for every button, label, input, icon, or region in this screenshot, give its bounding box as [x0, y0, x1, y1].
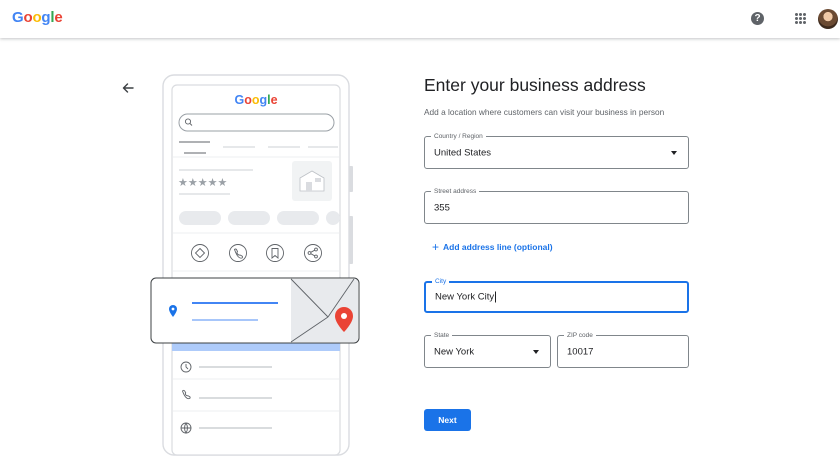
google-logo[interactable]: Google: [12, 9, 63, 26]
page-title: Enter your business address: [424, 75, 646, 95]
plus-icon: +: [432, 240, 440, 254]
logo-letter: o: [23, 9, 33, 26]
state-select[interactable]: State New York: [424, 331, 551, 368]
apps-grid-icon[interactable]: [795, 13, 806, 24]
street-address-value: 355: [434, 202, 450, 213]
text-cursor: [495, 291, 497, 303]
help-icon[interactable]: ?: [751, 12, 764, 25]
city-value: New York City: [435, 291, 495, 303]
country-region-select[interactable]: Country / Region United States: [424, 132, 689, 169]
city-input[interactable]: City New York City: [424, 277, 689, 313]
logo-letter: o: [32, 9, 42, 26]
city-value-wrap: New York City: [435, 291, 497, 303]
city-label: City: [432, 277, 450, 286]
add-address-line-button[interactable]: + Add address line (optional): [432, 240, 553, 254]
next-button[interactable]: Next: [424, 409, 471, 431]
phone-illustration: Google ★★★★★: [150, 74, 360, 456]
phone-google-logo: Google: [234, 93, 277, 107]
street-address-label: Street address: [431, 187, 480, 196]
zip-code-input[interactable]: ZIP code 10017: [557, 331, 689, 368]
top-bar: Google ?: [0, 0, 840, 38]
country-region-label: Country / Region: [431, 132, 486, 141]
back-arrow-icon[interactable]: [120, 80, 136, 96]
logo-letter: g: [41, 9, 51, 26]
account-avatar[interactable]: [818, 9, 838, 29]
street-address-input[interactable]: Street address 355: [424, 187, 689, 224]
page-subtitle: Add a location where customers can visit…: [424, 107, 665, 117]
state-label: State: [431, 331, 453, 340]
dropdown-arrow-icon: [671, 150, 677, 155]
logo-letter: e: [54, 9, 63, 26]
zip-code-label: ZIP code: [564, 331, 596, 340]
rating-stars: ★★★★★: [178, 176, 227, 189]
country-region-value: United States: [434, 147, 492, 158]
zip-code-value: 10017: [567, 346, 594, 357]
logo-letter: G: [12, 9, 24, 26]
add-address-line-label: Add address line (optional): [443, 242, 553, 252]
dropdown-arrow-icon: [533, 349, 539, 354]
state-value: New York: [434, 346, 475, 357]
